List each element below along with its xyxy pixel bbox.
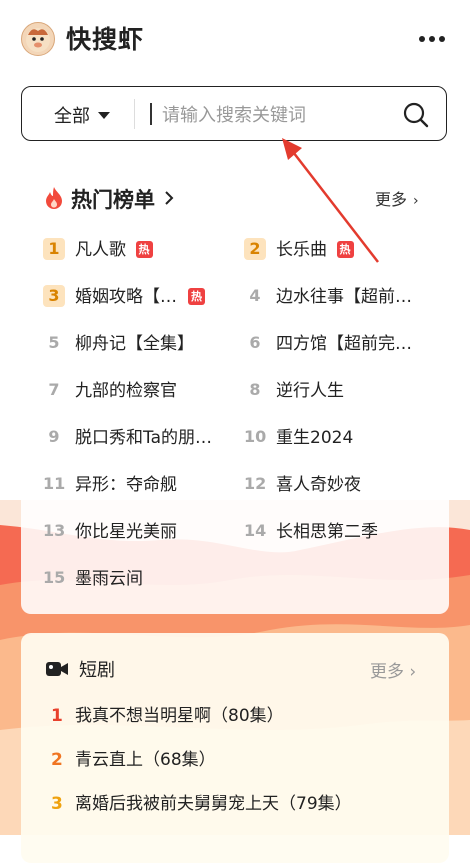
app-header: 快搜虾 — [0, 0, 470, 76]
rank-title: 婚姻攻略【… — [75, 287, 177, 307]
rank-number: 10 — [244, 427, 267, 446]
rank-title: 九部的检察官 — [75, 381, 177, 401]
rank-title: 墨雨云间 — [75, 569, 143, 589]
text-cursor — [150, 103, 152, 125]
rank-number: 14 — [244, 521, 267, 540]
rank-title: 喜人奇妙夜 — [276, 475, 361, 495]
rank-number: 11 — [43, 474, 66, 493]
rank-title: 异形：夺命舰 — [75, 475, 177, 495]
search-scope-dropdown[interactable]: 全部 — [54, 102, 110, 128]
chevron-right-icon: › — [413, 193, 419, 209]
chevron-right-icon — [165, 191, 174, 205]
rank-number: 9 — [48, 427, 60, 446]
drama-title: 青云直上（68集） — [75, 750, 216, 770]
hot-list-title: 热门榜单 — [71, 188, 155, 212]
rank-title: 你比星光美丽 — [75, 522, 177, 542]
search-bar: 全部 — [21, 86, 447, 141]
short-drama-card: 短剧 更多 › 1 我真不想当明星啊（80集） 2 青云直上（68集） 3 离婚后我被前夫… — [21, 633, 449, 863]
rank-number: 15 — [43, 568, 66, 587]
drama-rank-number: 1 — [51, 706, 63, 726]
short-drama-more-link[interactable]: 更多 › — [370, 657, 416, 682]
rank-number: 8 — [249, 380, 261, 399]
hot-badge: 热 — [135, 241, 153, 258]
flame-icon — [46, 187, 62, 209]
hot-list-item[interactable]: 15 墨雨云间 — [43, 565, 233, 593]
rank-number: 13 — [43, 521, 66, 540]
video-camera-icon — [46, 662, 68, 676]
drama-rank-number: 3 — [51, 794, 63, 814]
rank-number: 4 — [249, 286, 261, 305]
rank-title: 凡人歌 — [75, 240, 126, 260]
short-drama-item[interactable]: 2 青云直上（68集） — [51, 746, 431, 774]
drama-rank-number: 2 — [51, 750, 63, 770]
app-logo — [21, 22, 55, 56]
rank-number: 1 — [43, 238, 65, 260]
hot-list-item[interactable]: 7 九部的检察官 — [43, 377, 233, 405]
app-title: 快搜虾 — [66, 25, 145, 54]
rank-title: 逆行人生 — [276, 381, 344, 401]
rank-title: 柳舟记【全集】 — [75, 334, 194, 354]
shrimp-mascot-icon — [26, 28, 50, 52]
search-divider — [134, 99, 135, 129]
short-drama-item[interactable]: 3 离婚后我被前夫舅舅宠上天（79集） — [51, 790, 431, 818]
more-options-icon[interactable] — [414, 36, 450, 46]
hot-badge: 热 — [188, 288, 205, 305]
hot-list-item[interactable]: 1 凡人歌热 — [43, 236, 233, 264]
rank-title: 四方馆【超前完… — [276, 334, 412, 354]
hot-list-item[interactable]: 10 重生2024 — [244, 424, 434, 452]
short-drama-title: 短剧 — [79, 660, 115, 681]
rank-number: 6 — [249, 333, 261, 352]
hot-list-item[interactable]: 9 脱口秀和Ta的朋… — [43, 424, 233, 452]
hot-list-item[interactable]: 14 长相思第二季 — [244, 518, 434, 546]
hot-list-item[interactable]: 11 异形：夺命舰 — [43, 471, 233, 499]
caret-down-icon — [98, 111, 110, 119]
hot-list-item[interactable]: 5 柳舟记【全集】 — [43, 330, 233, 358]
hot-list-item[interactable]: 6 四方馆【超前完… — [244, 330, 434, 358]
rank-number: 5 — [48, 333, 60, 352]
hot-list-item[interactable]: 13 你比星光美丽 — [43, 518, 233, 546]
drama-title: 离婚后我被前夫舅舅宠上天（79集） — [75, 794, 352, 814]
short-drama-item[interactable]: 1 我真不想当明星啊（80集） — [51, 702, 431, 730]
rank-title: 长相思第二季 — [276, 522, 378, 542]
rank-number: 2 — [244, 238, 266, 260]
rank-number: 7 — [48, 380, 60, 399]
search-input[interactable] — [160, 97, 394, 133]
rank-title: 边水往事【超前… — [276, 287, 412, 307]
annotation-arrow — [282, 138, 379, 263]
search-icon[interactable] — [402, 101, 430, 129]
search-scope-label: 全部 — [54, 106, 90, 127]
hot-list-item[interactable]: 8 逆行人生 — [244, 377, 434, 405]
rank-title: 重生2024 — [276, 428, 354, 448]
hot-list-item[interactable]: 4 边水往事【超前… — [244, 283, 434, 311]
rank-number: 3 — [43, 285, 65, 307]
rank-title: 脱口秀和Ta的朋… — [75, 428, 212, 448]
hot-list-item[interactable]: 3 婚姻攻略【… 热 — [43, 283, 233, 311]
rank-number: 12 — [244, 474, 267, 493]
hot-list-item[interactable]: 12 喜人奇妙夜 — [244, 471, 434, 499]
drama-title: 我真不想当明星啊（80集） — [75, 706, 284, 726]
